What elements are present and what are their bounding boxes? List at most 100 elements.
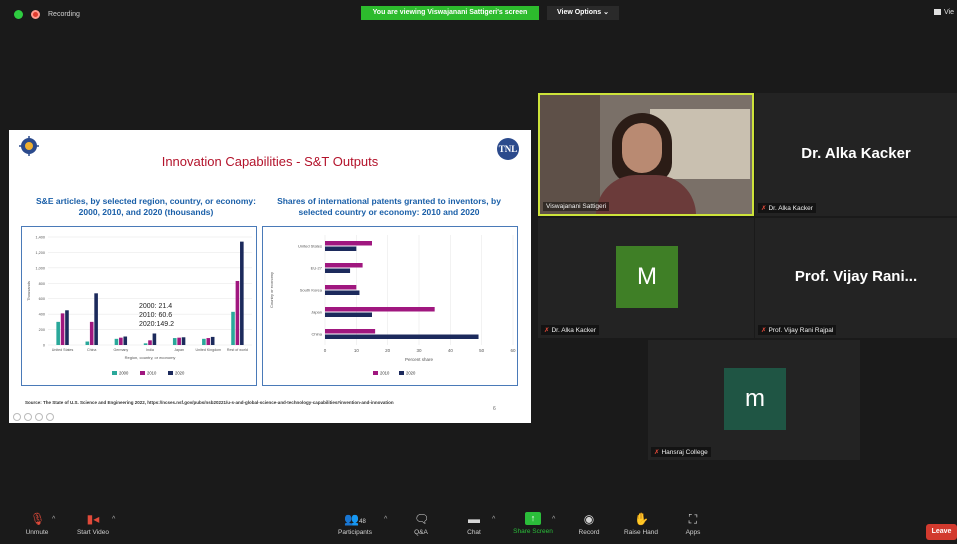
x-tick-label: 0 (324, 348, 327, 353)
chat-icon: ▬ (468, 512, 480, 526)
participant-nametag: ✗ Dr. Alka Kacker (541, 325, 599, 335)
more-icon[interactable] (46, 413, 54, 421)
bar (325, 307, 435, 312)
share-screen-button[interactable]: ↑ Share Screen (508, 512, 558, 535)
video-tile-alka-kacker[interactable]: Dr. Alka Kacker ✗ Dr. Alka Kacker (755, 93, 957, 216)
bar (325, 241, 372, 246)
bar (177, 337, 181, 345)
bottom-toolbar: 🎙 Unmute ^ ▮◂ Start Video ^ 👥48 Particip… (0, 508, 957, 544)
x-tick-label: 40 (448, 348, 454, 353)
raise-hand-label: Raise Hand (624, 529, 658, 536)
audio-options-caret-icon[interactable]: ^ (52, 516, 55, 523)
patents-bar-chart: 0 10 20 30 40 50 60 Percent share Country or eco… (262, 226, 518, 386)
raise-hand-button[interactable]: ✋ Raise Hand (620, 512, 662, 536)
participant-display-name: Prof. Vijay Rani... (794, 268, 918, 285)
legend-swatch (112, 371, 117, 375)
india-values-callout: 2000: 21.4 2010: 60.6 2020:149.2 (139, 302, 174, 329)
unmute-label: Unmute (25, 529, 49, 536)
recording-label: Recording (48, 11, 80, 18)
view-button[interactable]: Vie (934, 9, 954, 16)
x-tick-label: Japan (174, 348, 184, 352)
record-button[interactable]: ◉ Record (574, 512, 604, 536)
recording-indicator[interactable]: Recording (14, 10, 80, 19)
chevron-down-icon: ⌄ (603, 9, 610, 16)
bar (202, 338, 206, 345)
x-tick-label: Rest of world (227, 348, 248, 352)
bar (60, 313, 65, 345)
participant-name: Viswajanani Sattigeri (543, 202, 610, 211)
x-tick-label: 10 (354, 348, 360, 353)
video-options-caret-icon[interactable]: ^ (112, 516, 115, 523)
qa-button[interactable]: 🗨 Q&A (408, 512, 434, 536)
bar (85, 341, 90, 345)
bar (56, 321, 60, 345)
bar (148, 340, 152, 345)
patents-chart-svg: 0 10 20 30 40 50 60 Percent share Country or eco… (269, 235, 516, 376)
bar (325, 334, 479, 339)
right-chart-title: Shares of international patents granted … (277, 196, 501, 217)
share-screen-label: Share Screen (513, 528, 553, 535)
y-axis-label: Country or economy (269, 272, 274, 308)
participants-button[interactable]: 👥48 Participants (330, 512, 380, 536)
participants-icon: 👥48 (344, 512, 366, 526)
video-off-icon: ▮◂ (86, 512, 100, 526)
share-caret-icon[interactable]: ^ (552, 516, 555, 523)
chat-label: Chat (467, 529, 481, 536)
callout-line: 2010: 60.6 (139, 312, 173, 319)
participant-name: Prof. Vijay Rani Rajpal (768, 327, 834, 334)
legend-label: 2000 (119, 371, 129, 376)
legend-label: 2020 (406, 371, 416, 376)
apps-button[interactable]: ⛶ Apps (680, 512, 706, 536)
next-slide-icon[interactable] (24, 413, 32, 421)
zoom-icon[interactable] (35, 413, 43, 421)
video-tile-m[interactable]: M ✗ Dr. Alka Kacker (538, 218, 754, 338)
apps-icon: ⛶ (688, 512, 698, 526)
video-tile-viswajanani[interactable]: Viswajanani Sattigeri (538, 93, 754, 216)
start-video-button[interactable]: ▮◂ Start Video (70, 512, 116, 536)
legend-label: 2010 (380, 371, 390, 376)
participant-body (596, 175, 696, 214)
bar (231, 311, 235, 345)
institution-logo-icon (19, 136, 39, 156)
security-shield-icon[interactable] (14, 10, 23, 19)
chat-button[interactable]: ▬ Chat (462, 512, 486, 536)
unmute-button[interactable]: 🎙 Unmute (18, 512, 56, 536)
participant-nametag: ✗ Hansraj College (651, 447, 711, 457)
participants-caret-icon[interactable]: ^ (384, 516, 387, 523)
participant-name: Dr. Alka Kacker (768, 205, 813, 212)
bar (119, 337, 123, 345)
recording-dot-icon (31, 10, 40, 19)
avatar: m (724, 368, 786, 430)
leave-button[interactable]: Leave (926, 524, 957, 540)
y-tick-label: 600 (39, 297, 45, 301)
participant-nametag: ✗ Dr. Alka Kacker (758, 203, 816, 213)
video-tile-hansraj[interactable]: m ✗ Hansraj College (648, 340, 860, 460)
bar (152, 333, 157, 345)
y-tick-label: Japan (311, 310, 322, 315)
view-options-button[interactable]: View Options ⌄ (547, 6, 619, 20)
participant-name: Hansraj College (661, 449, 708, 456)
legend-label: 2010 (147, 371, 157, 376)
avatar: M (616, 246, 678, 308)
x-tick-label: 50 (479, 348, 485, 353)
chat-caret-icon[interactable]: ^ (492, 516, 495, 523)
y-axis-label: Thousands (26, 281, 31, 301)
x-tick-label: 30 (416, 348, 422, 353)
view-button-label: Vie (944, 9, 954, 16)
bar (325, 268, 351, 273)
record-icon: ◉ (583, 512, 595, 526)
legend-swatch (373, 371, 378, 375)
prev-slide-icon[interactable] (13, 413, 21, 421)
bar (181, 337, 186, 345)
slide-page-number: 6 (493, 406, 496, 412)
bar (325, 263, 363, 268)
bar (172, 338, 177, 345)
video-tile-vijay-rani[interactable]: Prof. Vijay Rani... ✗ Prof. Vijay Rani Ra… (755, 218, 957, 338)
muted-mic-icon: 🎙 (30, 512, 46, 526)
participants-label: Participants (338, 529, 372, 536)
share-screen-icon: ↑ (525, 512, 541, 525)
raise-hand-icon: ✋ (634, 512, 649, 526)
participant-face (622, 123, 662, 173)
legend-swatch (399, 371, 404, 375)
left-chart-title: S&E articles, by selected region, countr… (36, 196, 256, 217)
